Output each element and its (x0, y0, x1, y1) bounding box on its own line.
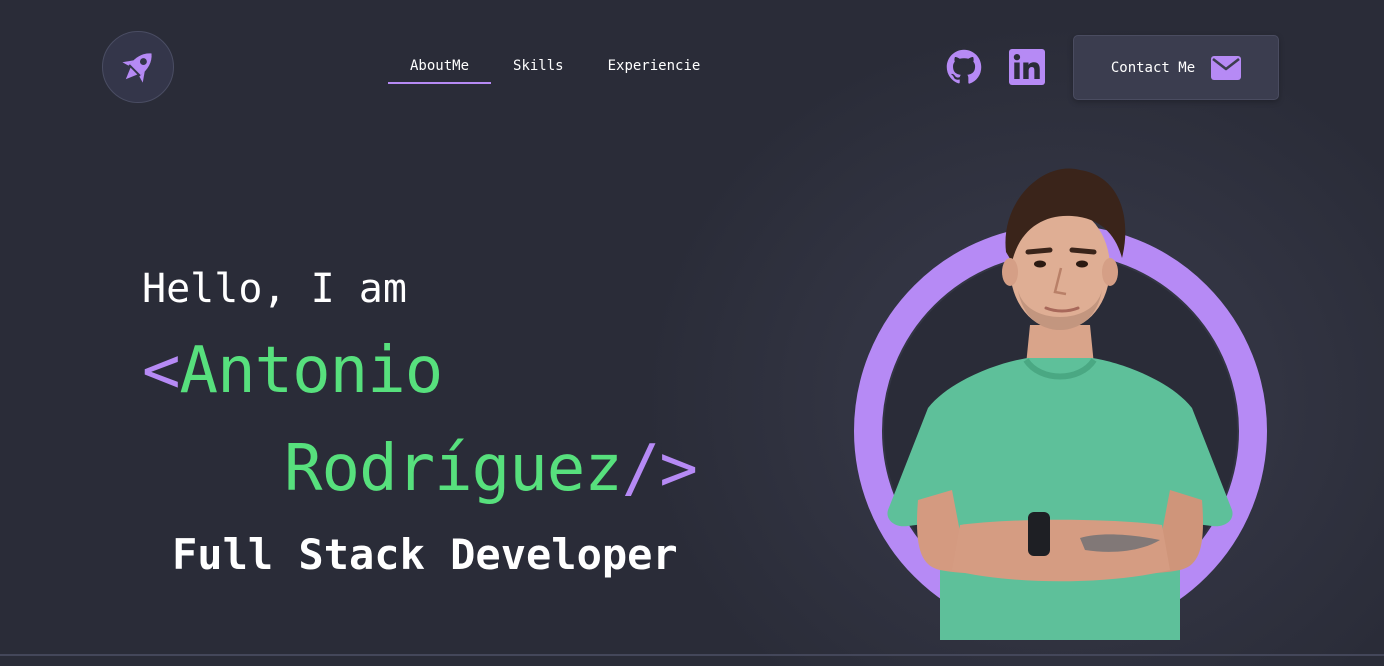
contact-me-button[interactable]: Contact Me (1073, 35, 1279, 100)
rocket-icon (122, 53, 152, 83)
page: AboutMe Skills Experiencie Contact Me He… (0, 0, 1384, 666)
linkedin-icon (1009, 49, 1045, 85)
github-link[interactable] (946, 49, 982, 85)
main-nav: AboutMe Skills Experiencie (388, 50, 722, 84)
section-divider (0, 654, 1384, 656)
logo-button[interactable] (102, 31, 174, 103)
name-second-line: Rodríguez/> (284, 432, 698, 506)
person-figure (887, 168, 1233, 640)
nav-item-skills[interactable]: Skills (491, 50, 586, 84)
greeting-text: Hello, I am (142, 266, 407, 312)
close-bracket: /> (621, 432, 698, 506)
profile-photo (840, 140, 1280, 645)
envelope-icon (1211, 55, 1242, 80)
contact-me-label: Contact Me (1110, 59, 1196, 76)
open-bracket: < (142, 334, 181, 408)
github-icon (946, 49, 982, 84)
nav-item-experiencie[interactable]: Experiencie (586, 50, 723, 84)
role-title: Full Stack Developer (172, 530, 678, 579)
name-first-line: <Antonio (142, 334, 444, 408)
nav-item-aboutme[interactable]: AboutMe (388, 50, 492, 84)
first-name: Antonio (179, 334, 444, 408)
last-name: Rodríguez (284, 432, 623, 506)
linkedin-link[interactable] (1009, 49, 1045, 85)
